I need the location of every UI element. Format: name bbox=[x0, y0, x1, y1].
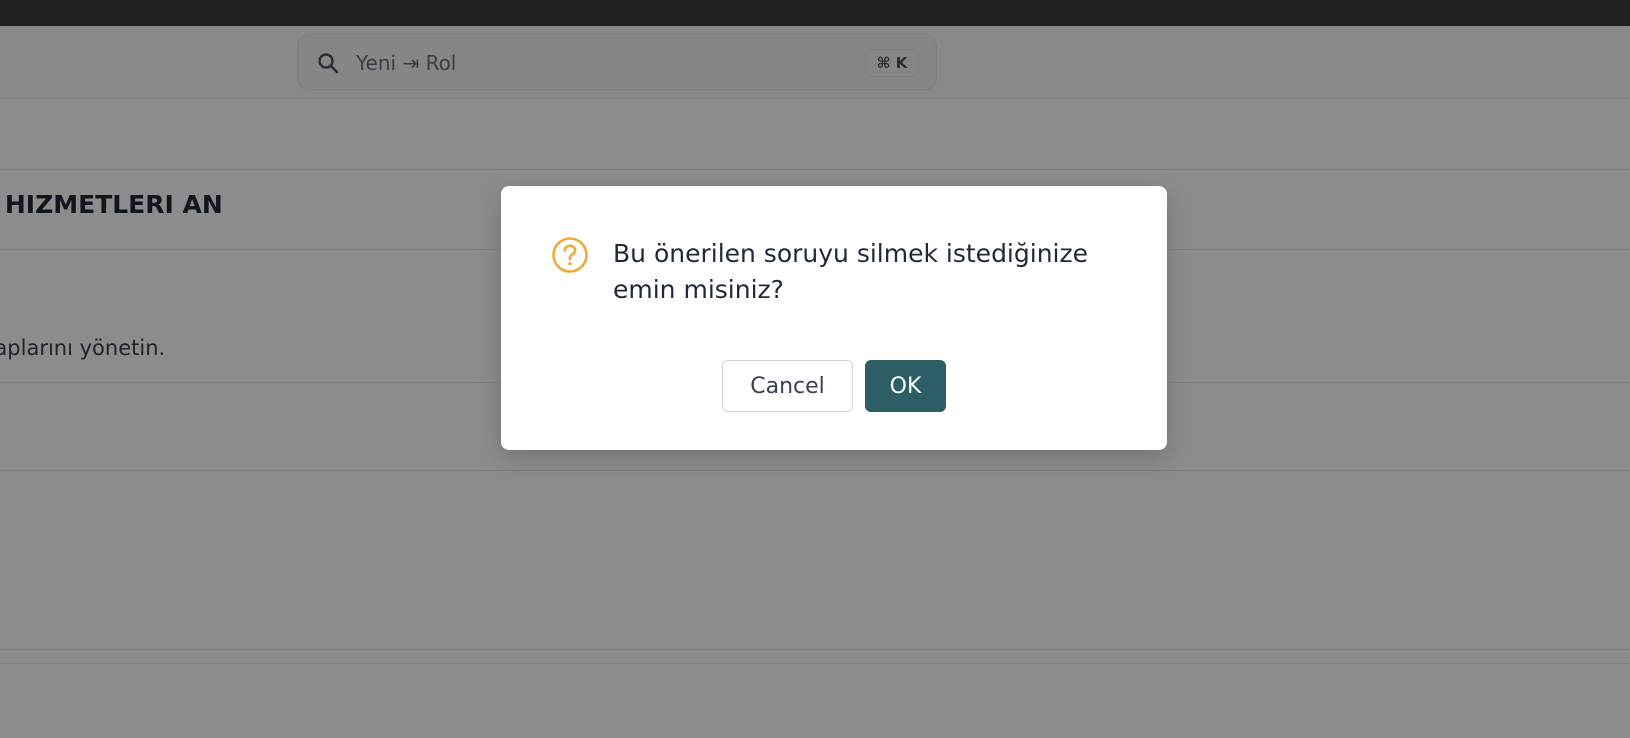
question-circle-icon bbox=[552, 237, 588, 273]
cancel-button[interactable]: Cancel bbox=[722, 360, 853, 412]
dialog-message: Bu önerilen soruyu silmek istediğinize e… bbox=[613, 239, 1088, 304]
ok-button[interactable]: OK bbox=[865, 360, 946, 412]
confirm-dialog: Bu önerilen soruyu silmek istediğinize e… bbox=[501, 186, 1167, 450]
